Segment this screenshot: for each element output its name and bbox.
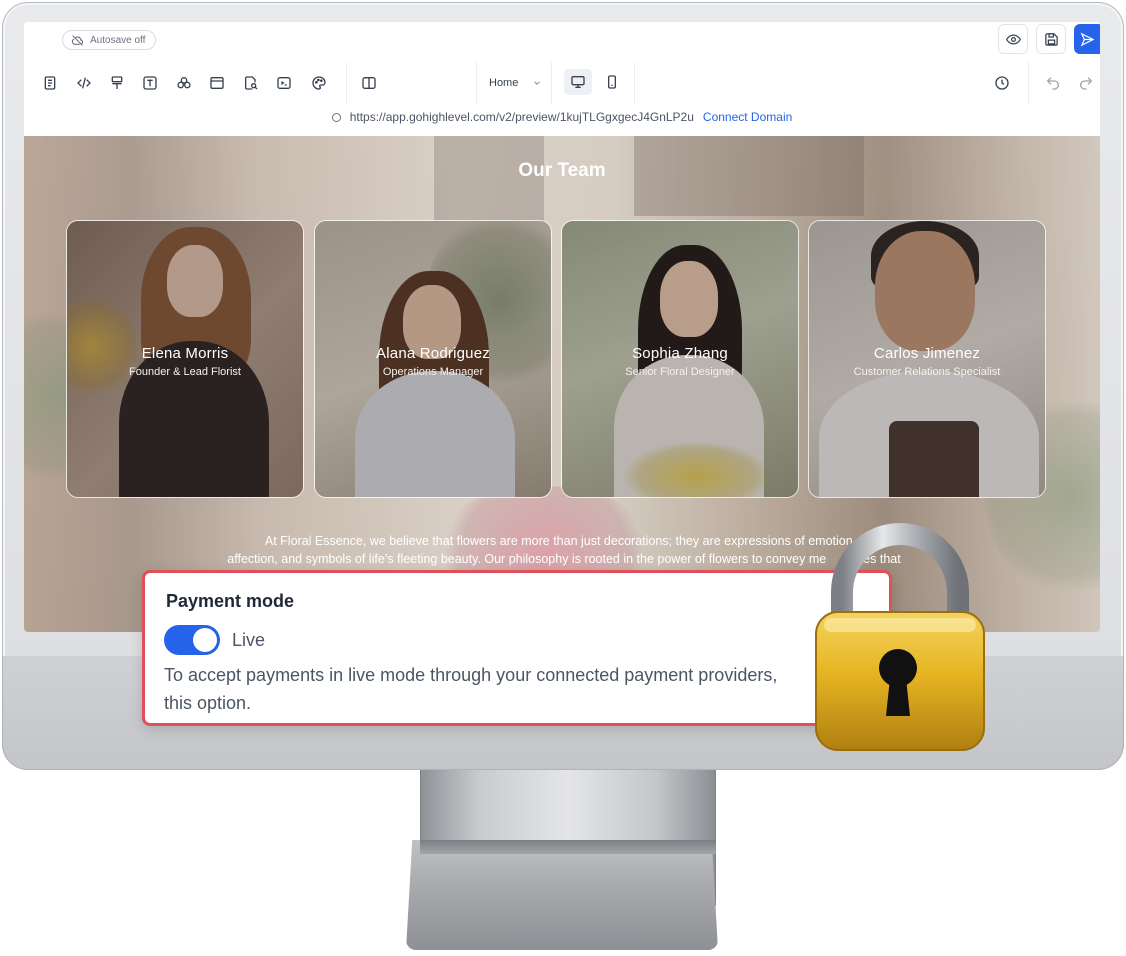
monitor-stand-base [406, 840, 718, 950]
sections-icon [177, 77, 191, 89]
layout-icon [210, 77, 224, 89]
live-mode-label: Live [232, 629, 266, 650]
live-mode-toggle[interactable] [164, 625, 220, 655]
terminal-icon [277, 77, 291, 89]
smartphone-icon [608, 75, 616, 89]
toolbar-divider [1028, 62, 1029, 104]
autosave-label: Autosave off [90, 34, 146, 46]
payment-mode-card: Payment mode Live To accept payments in … [142, 570, 892, 726]
cloud-off-icon [71, 34, 84, 46]
page-selector-value: Home [489, 77, 519, 89]
member-role: Senior Floral Designer [625, 366, 735, 378]
member-role: Operations Manager [382, 366, 484, 378]
eye-icon [1005, 33, 1021, 45]
undo-button[interactable] [1041, 71, 1065, 95]
member-role: Founder & Lead Florist [129, 366, 241, 378]
editor-topbar: Autosave off [24, 22, 1100, 70]
preview-url[interactable]: https://app.gohighlevel.com/v2/preview/1… [350, 110, 694, 124]
payment-mode-title: Payment mode [166, 591, 295, 611]
text-icon [143, 76, 157, 90]
payment-mode-description: To accept payments in live mode through … [164, 661, 824, 717]
toolbar-divider [476, 62, 477, 104]
team-card[interactable]: Alana Rodriguez Operations Manager [314, 220, 552, 498]
team-card[interactable]: Sophia Zhang Senior Floral Designer [561, 220, 799, 498]
layout-tool[interactable] [205, 71, 229, 95]
undo-icon [1046, 77, 1059, 90]
team-card[interactable]: Elena Morris Founder & Lead Florist [66, 220, 304, 498]
payment-description-line: this option. [164, 693, 252, 713]
live-mode-row: Live [164, 625, 265, 655]
member-name: Alana Rodriguez [376, 345, 490, 362]
philosophy-line-start: affection, and symbols of life’s fleetin… [227, 552, 827, 566]
history-button[interactable] [990, 71, 1014, 95]
elements-icon [44, 76, 56, 90]
team-card[interactable]: Carlos Jimenez Customer Relations Specia… [808, 220, 1046, 498]
console-tool[interactable] [272, 71, 296, 95]
theme-tool[interactable] [307, 71, 331, 95]
section-title: Our Team [518, 160, 606, 181]
style-tool[interactable] [105, 71, 129, 95]
toggle-knob [193, 628, 217, 652]
preview-button[interactable] [998, 24, 1028, 54]
send-icon [1080, 32, 1095, 46]
toolbar-divider [634, 62, 635, 104]
brush-icon [111, 76, 123, 89]
member-name: Sophia Zhang [632, 345, 728, 362]
connect-domain-link[interactable]: Connect Domain [703, 110, 792, 124]
sections-tool[interactable] [172, 71, 196, 95]
member-name: Elena Morris [141, 345, 229, 362]
monitor-stand-joint [420, 840, 716, 854]
member-name: Carlos Jimenez [873, 345, 981, 362]
padlock-icon [812, 520, 988, 756]
autosave-toggle[interactable]: Autosave off [62, 30, 157, 50]
redo-button[interactable] [1074, 71, 1098, 95]
redo-icon [1080, 77, 1093, 90]
preview-url-bar: https://app.gohighlevel.com/v2/preview/1… [24, 104, 1100, 130]
member-role: Customer Relations Specialist [853, 366, 1001, 378]
code-icon [77, 77, 91, 89]
typography-tool[interactable] [138, 71, 162, 95]
code-tool[interactable] [72, 71, 96, 95]
page-selector[interactable]: Home [489, 72, 542, 94]
payment-description-line: To accept payments in live mode through … [164, 665, 778, 685]
chevron-down-icon [534, 81, 541, 85]
publish-button[interactable] [1074, 24, 1100, 54]
floppy-disk-icon [1044, 32, 1058, 46]
columns-tool[interactable] [357, 71, 381, 95]
columns-icon [362, 77, 376, 89]
globe-icon [331, 112, 341, 122]
mobile-view-button[interactable] [598, 69, 626, 95]
toolbar-divider [551, 62, 552, 104]
desktop-view-button[interactable] [564, 69, 592, 95]
elements-tool[interactable] [38, 71, 62, 95]
clock-icon [995, 76, 1009, 90]
palette-icon [312, 76, 326, 90]
monitor-icon [571, 76, 585, 88]
search-page-icon [245, 76, 258, 90]
save-button[interactable] [1036, 24, 1066, 54]
editor-toolbar: Home [24, 62, 1100, 104]
page-search-tool[interactable] [239, 71, 263, 95]
toolbar-divider [346, 62, 347, 104]
